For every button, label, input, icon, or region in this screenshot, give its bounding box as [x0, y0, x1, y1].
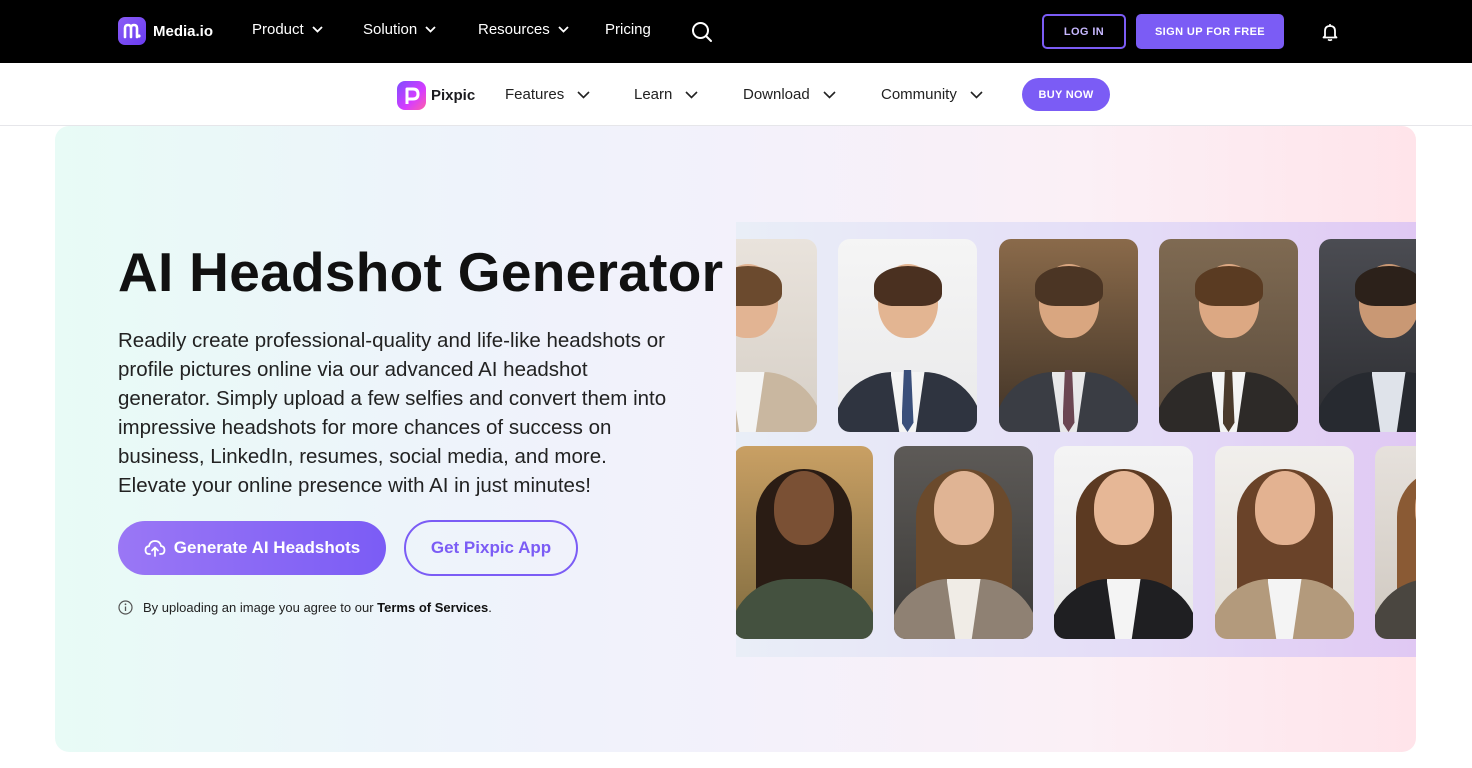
- headshot-image: [1215, 446, 1354, 639]
- nav-solution[interactable]: Solution: [363, 21, 436, 38]
- nav-resources-label: Resources: [478, 21, 550, 38]
- subnav-learn-label: Learn: [634, 86, 673, 103]
- chevron-down-icon: [558, 26, 569, 33]
- chevron-down-icon: [685, 90, 698, 99]
- nav-pricing[interactable]: Pricing: [605, 21, 651, 38]
- subnav-download-label: Download: [743, 86, 810, 103]
- chevron-down-icon: [970, 90, 983, 99]
- headshot-image: [736, 446, 873, 639]
- nav-product-label: Product: [252, 21, 304, 38]
- page-title: AI Headshot Generator: [118, 241, 724, 303]
- info-icon: [118, 600, 133, 615]
- subnav-community-label: Community: [881, 86, 957, 103]
- headshot-image: [1319, 239, 1416, 432]
- terms-of-services-link[interactable]: Terms of Services: [377, 600, 488, 615]
- product-subnav: Pixpic Features Learn Download Community…: [0, 63, 1472, 126]
- headshot-image: [1054, 446, 1193, 639]
- subnav-download[interactable]: Download: [743, 86, 836, 103]
- hero-description: Readily create professional-quality and …: [118, 329, 667, 497]
- terms-text: By uploading an image you agree to our T…: [143, 600, 492, 615]
- subnav-features-label: Features: [505, 86, 565, 103]
- headshot-image: [838, 239, 977, 432]
- nav-pricing-label: Pricing: [605, 21, 651, 38]
- buy-now-button[interactable]: BUY NOW: [1022, 78, 1110, 111]
- headshot-image: [1159, 239, 1298, 432]
- nav-product[interactable]: Product: [252, 21, 323, 38]
- search-icon[interactable]: [691, 21, 713, 43]
- terms-notice: By uploading an image you agree to our T…: [118, 600, 492, 615]
- hero-section: AI Headshot Generator Readily create pro…: [55, 126, 1416, 752]
- chevron-down-icon: [823, 90, 836, 99]
- get-pixpic-app-button[interactable]: Get Pixpic App: [404, 520, 578, 576]
- generate-headshots-label: Generate AI Headshots: [173, 538, 361, 557]
- subnav-learn[interactable]: Learn: [634, 86, 698, 103]
- chevron-down-icon: [577, 90, 590, 99]
- login-button[interactable]: LOG IN: [1042, 14, 1126, 49]
- headshot-image: [999, 239, 1138, 432]
- signup-button[interactable]: SIGN UP FOR FREE: [1136, 14, 1284, 49]
- pixpic-name: Pixpic: [431, 87, 476, 104]
- bell-icon[interactable]: [1320, 22, 1340, 42]
- headshot-image: [736, 239, 817, 432]
- pixpic-logo-icon: [397, 81, 426, 110]
- headshot-gallery: [736, 222, 1416, 657]
- chevron-down-icon: [312, 26, 323, 33]
- pixpic-logo[interactable]: Pixpic: [397, 81, 475, 110]
- top-navbar: Media.io Product Solution Resources Pric…: [0, 0, 1472, 63]
- nav-solution-label: Solution: [363, 21, 418, 38]
- cloud-upload-icon: [144, 540, 166, 557]
- subnav-features[interactable]: Features: [505, 86, 590, 103]
- generate-headshots-button[interactable]: Generate AI Headshots: [118, 521, 386, 575]
- terms-suffix: .: [488, 600, 492, 615]
- headshot-image: [894, 446, 1033, 639]
- headshot-image: [1375, 446, 1416, 639]
- brand-name: Media.io: [153, 22, 214, 40]
- terms-prefix: By uploading an image you agree to our: [143, 600, 378, 615]
- chevron-down-icon: [425, 26, 436, 33]
- media-io-logo-icon: [118, 17, 146, 45]
- nav-resources[interactable]: Resources: [478, 21, 569, 38]
- media-io-logo[interactable]: Media.io: [118, 17, 213, 45]
- subnav-community[interactable]: Community: [881, 86, 983, 103]
